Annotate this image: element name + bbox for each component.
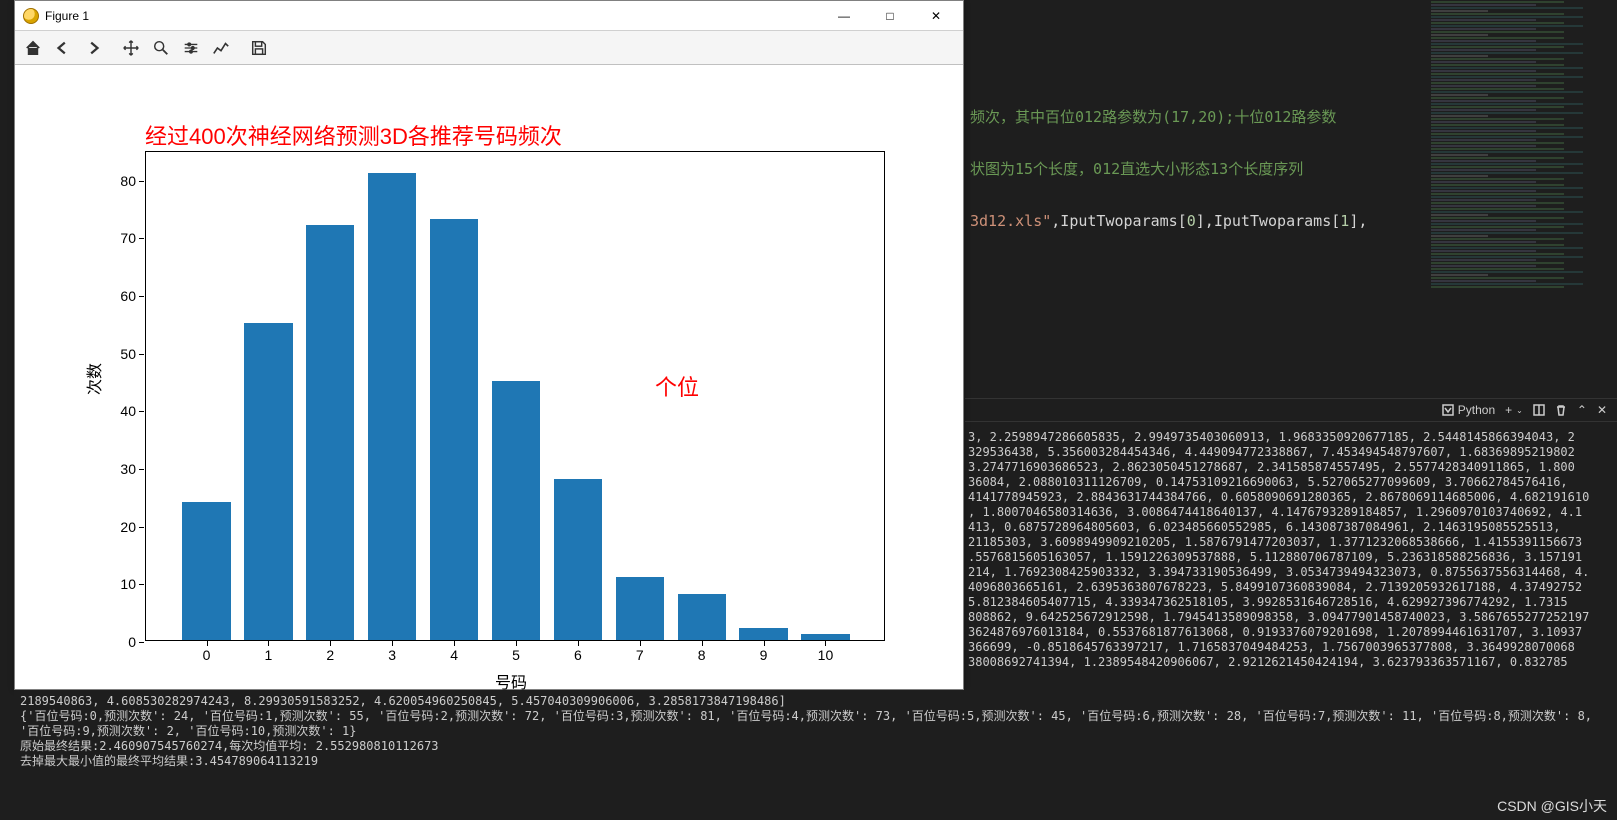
out-result-raw: 原始最终结果:2.460907545760274,每次均值平均: 2.55298… xyxy=(20,739,439,753)
code-comment-2: 状图为15个长度，012直选大小形态13个长度序列 xyxy=(970,160,1303,178)
trash-icon xyxy=(1555,404,1567,416)
out-arrayline: 2189540863, 4.608530282974243, 8.2993059… xyxy=(20,694,786,708)
back-button[interactable] xyxy=(49,35,77,61)
xtick: 10 xyxy=(795,647,855,663)
terminal-maximize-button[interactable]: ⌃ xyxy=(1577,403,1587,417)
out-dict: {'百位号码:0,预测次数': 24, '百位号码:1,预测次数': 55, '… xyxy=(20,709,1599,738)
bar-6 xyxy=(554,479,602,640)
ytick: 0 xyxy=(86,634,136,650)
terminal-output-lower[interactable]: 2189540863, 4.608530282974243, 8.2993059… xyxy=(14,690,1617,792)
subplots-button[interactable] xyxy=(177,35,205,61)
minimize-button[interactable]: — xyxy=(821,1,867,31)
terminal-new-button[interactable]: +⌄ xyxy=(1505,403,1523,417)
bar-10 xyxy=(801,634,849,640)
out-result-trimmed: 去掉最大最小值的最终平均结果:3.454789064113219 xyxy=(20,754,318,768)
terminal-kill-button[interactable] xyxy=(1555,404,1567,416)
bar-3 xyxy=(368,173,416,640)
xtick: 4 xyxy=(424,647,484,663)
forward-button[interactable] xyxy=(79,35,107,61)
ytick: 40 xyxy=(86,403,136,419)
code-lines: 频次，其中百位012路参数为(17,20);十位012路参数 状图为15个长度，… xyxy=(970,78,1417,260)
code-string: 3d12.xls" xyxy=(970,212,1051,230)
bar-2 xyxy=(306,225,354,640)
ytick: 50 xyxy=(86,346,136,362)
bar-1 xyxy=(244,323,292,640)
xtick: 3 xyxy=(362,647,422,663)
bar-9 xyxy=(739,628,787,640)
bar-8 xyxy=(678,594,726,640)
minimap[interactable] xyxy=(1427,0,1617,420)
title-bar[interactable]: Figure 1 — □ ✕ xyxy=(15,1,963,31)
close-button[interactable]: ✕ xyxy=(913,1,959,31)
bar-5 xyxy=(492,381,540,640)
chart-title: 经过400次神经网络预测3D各推荐号码频次 xyxy=(145,119,562,151)
ytick: 20 xyxy=(86,519,136,535)
terminal-split-button[interactable] xyxy=(1533,404,1545,416)
bar-4 xyxy=(430,219,478,640)
app-icon xyxy=(23,8,39,24)
code-comment-1: 频次，其中百位012路参数为(17,20);十位012路参数 xyxy=(970,108,1336,126)
plot-area: 经过400次神经网络预测3D各推荐号码频次 个位 次数 号码 012345678… xyxy=(15,65,963,689)
maximize-button[interactable]: □ xyxy=(867,1,913,31)
bar-7 xyxy=(616,577,664,640)
xtick: 7 xyxy=(610,647,670,663)
y-axis-label: 次数 xyxy=(81,363,105,395)
xtick: 8 xyxy=(672,647,732,663)
ytick: 10 xyxy=(86,576,136,592)
terminal-header: Python +⌄ ⌃ ✕ xyxy=(965,398,1617,422)
zoom-button[interactable] xyxy=(147,35,175,61)
xtick: 5 xyxy=(486,647,546,663)
ytick: 70 xyxy=(86,230,136,246)
configure-button[interactable] xyxy=(207,35,235,61)
xtick: 9 xyxy=(734,647,794,663)
bar-0 xyxy=(182,502,230,640)
window-title: Figure 1 xyxy=(45,9,821,23)
xtick: 0 xyxy=(177,647,237,663)
pan-button[interactable] xyxy=(117,35,145,61)
figure-window: Figure 1 — □ ✕ 经过400次神经网络预测3D各推荐号码频次 个位 … xyxy=(14,0,964,690)
ytick: 30 xyxy=(86,461,136,477)
watermark: CSDN @GIS小天 xyxy=(1497,796,1607,816)
save-button[interactable] xyxy=(245,35,273,61)
mpl-toolbar xyxy=(15,31,963,65)
split-icon xyxy=(1533,404,1545,416)
terminal-close-button[interactable]: ✕ xyxy=(1597,403,1607,417)
gutter xyxy=(0,420,14,790)
ytick: 80 xyxy=(86,173,136,189)
xtick: 2 xyxy=(300,647,360,663)
xtick: 6 xyxy=(548,647,608,663)
home-button[interactable] xyxy=(19,35,47,61)
ytick: 60 xyxy=(86,288,136,304)
xtick: 1 xyxy=(238,647,298,663)
terminal-lang-selector[interactable]: Python xyxy=(1442,403,1495,417)
python-icon xyxy=(1442,404,1454,416)
chart-axes: 01234567891001020304050607080 xyxy=(145,151,885,641)
